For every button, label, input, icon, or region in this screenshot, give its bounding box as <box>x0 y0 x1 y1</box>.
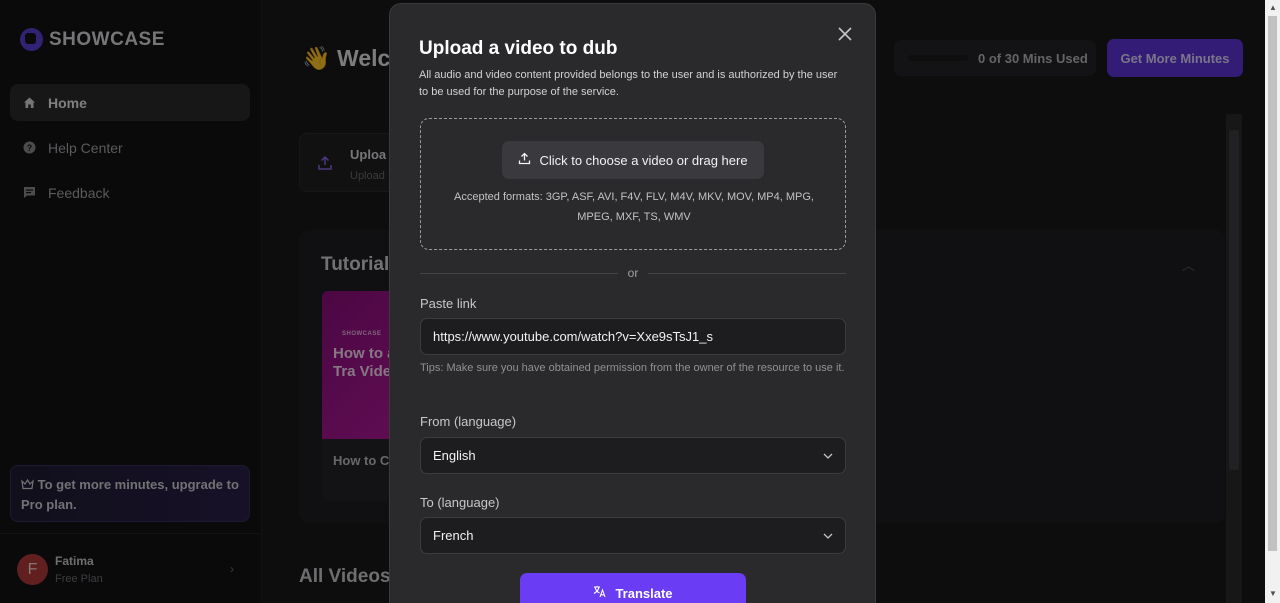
paste-link-label: Paste link <box>420 296 477 311</box>
to-language-value: French <box>433 528 474 543</box>
chevron-down-icon <box>823 450 833 462</box>
divider-line <box>420 272 618 274</box>
translate-label: Translate <box>615 585 673 601</box>
translate-button[interactable]: Translate <box>520 573 746 603</box>
video-dropzone[interactable]: Click to choose a video or drag here Acc… <box>420 118 846 250</box>
tips-text: Tips: Make sure you have obtained permis… <box>420 362 845 374</box>
upload-dialog: Upload a video to dub All audio and vide… <box>389 3 876 603</box>
window-scrollbar[interactable]: ▲ ▼ <box>1265 0 1280 603</box>
from-language-label: From (language) <box>420 414 517 429</box>
choose-video-label: Click to choose a video or drag here <box>539 152 748 168</box>
divider-line <box>648 272 847 274</box>
chevron-down-icon <box>823 530 833 542</box>
dialog-title: Upload a video to dub <box>419 38 618 59</box>
from-language-value: English <box>433 448 476 463</box>
or-text: or <box>627 266 639 280</box>
upload-icon <box>518 152 531 168</box>
scroll-up-icon[interactable]: ▲ <box>1269 3 1277 12</box>
to-language-select[interactable]: French <box>420 517 846 554</box>
scroll-down-icon[interactable]: ▼ <box>1269 589 1277 598</box>
translate-icon <box>593 585 607 601</box>
to-language-label: To (language) <box>420 495 500 510</box>
dialog-description: All audio and video content provided bel… <box>419 69 838 98</box>
window-scrollbar-thumb[interactable] <box>1268 16 1277 551</box>
from-language-select[interactable]: English <box>420 437 846 474</box>
paste-link-input[interactable] <box>420 318 846 355</box>
close-icon[interactable] <box>835 24 855 44</box>
or-divider: or <box>420 265 847 281</box>
choose-video-button[interactable]: Click to choose a video or drag here <box>502 141 764 179</box>
accepted-formats: Accepted formats: 3GP, ASF, AVI, F4V, FL… <box>454 191 814 223</box>
